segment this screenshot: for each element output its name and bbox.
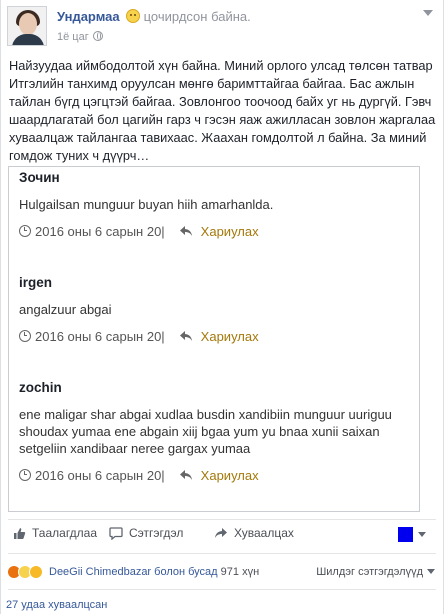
feeling-text: цочирдсон байна. — [143, 9, 251, 24]
smiling-face-icon — [125, 9, 140, 23]
comment-meta: 2016 оны 6 сарын 20| Хариулах — [19, 223, 409, 239]
clock-icon — [19, 330, 31, 342]
clock-icon — [19, 225, 31, 237]
comment-author: Зочин — [19, 170, 60, 185]
reaction-count: 971 хүн — [220, 566, 260, 578]
clock-icon — [19, 469, 31, 481]
comment-button[interactable]: Сэтгэгдэл — [109, 526, 183, 540]
post-timestamp[interactable]: 1ё цаг — [57, 31, 89, 43]
chevron-down-icon[interactable] — [418, 532, 426, 537]
action-bar: Таалагдлаа Сэтгэгдэл Хуваалцах — [9, 526, 435, 546]
divider — [8, 553, 436, 554]
share-button[interactable]: Хуваалцах — [214, 526, 294, 540]
comment-item: Зочин Hulgailsan munguur buyan hiih amar… — [19, 170, 409, 239]
share-count-link[interactable]: 27 удаа хуваалцсан — [6, 599, 107, 611]
comment-text: angalzuur abgai — [19, 302, 112, 317]
comment-meta: 2016 оны 6 сарын 20| Хариулах — [19, 467, 409, 483]
like-label: Таалагдлаа — [32, 526, 98, 540]
divider — [8, 519, 436, 520]
comment-bubble-icon — [109, 526, 123, 540]
reply-link[interactable]: Хариулах — [201, 329, 259, 344]
reply-link[interactable]: Хариулах — [201, 224, 259, 239]
comment-date: 2016 оны 6 сарын 20| — [35, 223, 165, 239]
wow-reaction-icon — [29, 565, 43, 579]
avatar[interactable] — [7, 6, 47, 46]
page-selector-square[interactable] — [398, 527, 413, 542]
comment-label: Сэтгэгдэл — [129, 526, 184, 540]
share-label: Хуваалцах — [234, 526, 294, 540]
comment-item: irgen angalzuur abgai 2016 оны 6 сарын 2… — [19, 275, 409, 344]
post-header: Ундармаа цочирдсон байна. 1ё цаг — [7, 6, 437, 48]
globe-icon[interactable] — [92, 31, 103, 41]
share-arrow-icon — [215, 528, 227, 538]
comment-item: zochin ene maligar shar abgai xudlaa bus… — [19, 380, 409, 483]
comment-author: irgen — [19, 275, 53, 290]
divider — [8, 589, 436, 590]
chevron-down-icon[interactable] — [423, 10, 433, 16]
reply-arrow-icon — [179, 331, 192, 341]
author-name-link[interactable]: Ундармаа — [57, 9, 120, 24]
post-card: Ундармаа цочирдсон байна. 1ё цаг Найзууда… — [0, 0, 444, 614]
comment-text: ene maligar shar abgai xudlaa busdin xan… — [19, 407, 392, 456]
reply-arrow-icon — [179, 470, 192, 480]
comment-author: zochin — [19, 380, 62, 395]
like-button[interactable]: Таалагдлаа — [13, 526, 97, 540]
comment-text: Hulgailsan munguur buyan hiih amarhanlda… — [19, 197, 274, 212]
reactions-row[interactable]: DeeGii Chimedbazar болон бусад 971 хүн Ш… — [7, 565, 439, 581]
reaction-names: DeeGii Chimedbazar болон бусад — [49, 566, 218, 578]
comment-meta: 2016 оны 6 сарын 20| Хариулах — [19, 328, 409, 344]
comment-sort-dropdown[interactable]: Шилдэг сэтгэгдэлүүд — [316, 566, 435, 578]
comments-card: Зочин Hulgailsan munguur buyan hiih amar… — [8, 166, 420, 512]
reply-arrow-icon — [179, 226, 192, 236]
comment-date: 2016 оны 6 сарын 20| — [35, 467, 165, 483]
author-line: Ундармаа цочирдсон байна. — [57, 9, 251, 24]
post-text: Найзуудаа иймбодолтой хүн байна. Миний о… — [9, 58, 436, 163]
thumbs-up-icon — [14, 527, 26, 539]
comment-date: 2016 оны 6 сарын 20| — [35, 328, 165, 344]
post-meta: 1ё цаг — [57, 31, 103, 43]
reaction-summary[interactable]: DeeGii Chimedbazar болон бусад 971 хүн — [49, 566, 259, 578]
reply-link[interactable]: Хариулах — [201, 468, 259, 483]
